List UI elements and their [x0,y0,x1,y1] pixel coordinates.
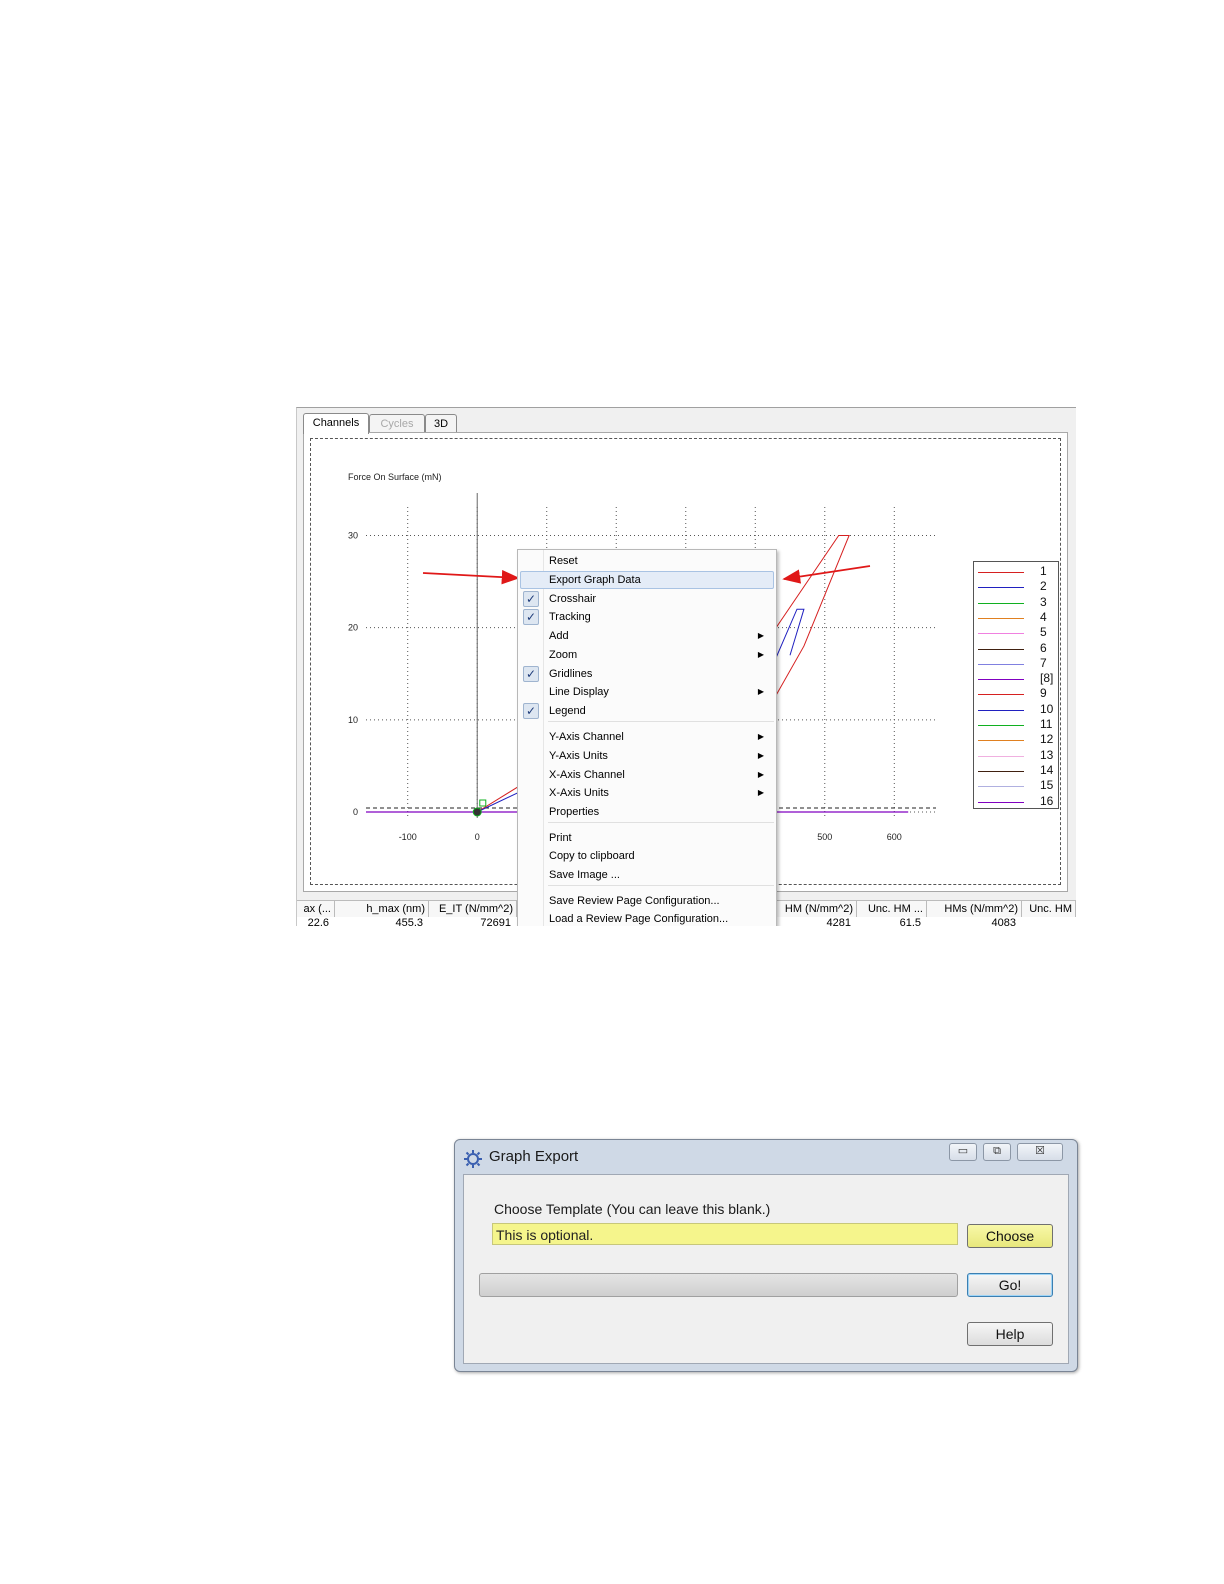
check-icon: ✓ [523,591,539,607]
menu-item-label: Properties [549,806,600,818]
submenu-arrow-icon: ▶ [757,631,764,640]
help-button[interactable]: Help [967,1322,1053,1346]
graph-export-screenshot: Graph Export ▭ ⧉ ☒ Choose Template (You … [454,1139,1082,1375]
submenu-arrow-icon: ▶ [757,788,764,797]
menu-item-add[interactable]: Add ▶ [520,627,774,645]
export-progress-bar [479,1273,958,1297]
menu-item-label: Zoom [549,649,578,661]
menu-item-label: X-Axis Units [549,787,609,799]
menu-item-print[interactable]: Print [520,829,774,847]
submenu-arrow-icon: ▶ [757,650,764,659]
menu-item-legend[interactable]: ✓ Legend [520,702,774,720]
menu-item-label: Add [549,630,569,642]
graph-window-screenshot: Channels Cycles 3D Force On Surface (mN)… [296,407,1076,926]
menu-item-reset[interactable]: Reset [520,552,774,570]
submenu-arrow-icon: ▶ [757,687,764,696]
go-button[interactable]: Go! [967,1273,1053,1297]
menu-item-label: Reset [549,555,578,567]
menu-item-save-image[interactable]: Save Image ... [520,866,774,884]
submenu-arrow-icon: ▶ [757,751,764,760]
table-cell: 61.5 [899,917,921,926]
column-header[interactable]: E_IT (N/mm^2) [429,901,517,917]
menu-separator [548,822,774,823]
menu-item-tracking[interactable]: ✓ Tracking [520,608,774,626]
arrow-left [422,569,520,585]
menu-item-copy-to-clipboard[interactable]: Copy to clipboard [520,847,774,865]
menu-item-x-axis-channel[interactable]: X-Axis Channel ▶ [520,766,774,784]
menu-item-label: Tracking [549,611,591,623]
gear-icon [464,1150,482,1168]
table-cell: 22.6 [307,917,329,926]
menu-item-label: Save Image ... [549,869,620,881]
menu-item-load-a-review-page-configuration[interactable]: Load a Review Page Configuration... [520,910,774,926]
menu-item-label: Export Graph Data [549,574,641,586]
dialog-title: Graph Export [489,1148,579,1165]
table-cell: 4083 [991,917,1016,926]
menu-item-export-graph-data[interactable]: Export Graph Data [520,571,774,589]
table-cell: 4281 [826,917,851,926]
menu-item-zoom[interactable]: Zoom ▶ [520,646,774,664]
menu-item-label: Gridlines [549,668,593,680]
check-icon: ✓ [523,703,539,719]
column-header[interactable]: Unc. HM ... [857,901,927,917]
menu-item-label: Copy to clipboard [549,850,635,862]
menu-separator [548,721,774,722]
menu-item-crosshair[interactable]: ✓ Crosshair [520,590,774,608]
submenu-arrow-icon: ▶ [757,770,764,779]
minimize-button[interactable]: ▭ [949,1143,977,1161]
menu-separator [548,885,774,886]
tab-cycles[interactable]: Cycles [369,414,425,433]
template-input[interactable]: This is optional. [492,1223,958,1245]
menu-item-label: Legend [549,705,586,717]
restore-button[interactable]: ⧉ [983,1143,1011,1161]
choose-button[interactable]: Choose [967,1224,1053,1248]
column-header[interactable]: HM (N/mm^2) [773,901,857,917]
graph-context-menu: Reset Export Graph Data ✓ Crosshair ✓ Trackin… [517,549,777,926]
tab-3d[interactable]: 3D [425,414,457,433]
dialog-body: Choose Template (You can leave this blan… [463,1174,1069,1364]
graph-export-dialog: Graph Export ▭ ⧉ ☒ Choose Template (You … [454,1139,1078,1372]
submenu-arrow-icon: ▶ [757,732,764,741]
menu-item-label: X-Axis Channel [549,769,625,781]
menu-item-label: Y-Axis Units [549,750,608,762]
table-cell: 72691 [480,917,511,926]
arrow-right [782,565,871,584]
column-header[interactable]: Unc. HM [1022,901,1076,917]
menu-item-label: Crosshair [549,593,597,605]
menu-item-label: Load a Review Page Configuration... [549,913,729,925]
tab-channels[interactable]: Channels [303,413,369,434]
check-icon: ✓ [523,609,539,625]
menu-item-y-axis-channel[interactable]: Y-Axis Channel ▶ [520,728,774,746]
menu-item-label: Line Display [549,686,609,698]
column-header[interactable]: HMs (N/mm^2) [927,901,1022,917]
menu-item-label: Print [549,832,572,844]
menu-item-properties[interactable]: Properties [520,803,774,821]
menu-item-line-display[interactable]: Line Display ▶ [520,683,774,701]
template-label: Choose Template (You can leave this blan… [494,1201,771,1217]
menu-item-label: Y-Axis Channel [549,731,624,743]
table-cell: 455.3 [395,917,423,926]
menu-item-save-review-page-configuration[interactable]: Save Review Page Configuration... [520,892,774,910]
column-header[interactable]: h_max (nm) [335,901,429,917]
column-header[interactable]: ax (... [297,901,335,917]
menu-item-y-axis-units[interactable]: Y-Axis Units ▶ [520,747,774,765]
check-icon: ✓ [523,666,539,682]
menu-item-gridlines[interactable]: ✓ Gridlines [520,665,774,683]
close-button[interactable]: ☒ [1017,1143,1063,1161]
menu-item-label: Save Review Page Configuration... [549,895,720,907]
menu-item-x-axis-units[interactable]: X-Axis Units ▶ [520,784,774,802]
